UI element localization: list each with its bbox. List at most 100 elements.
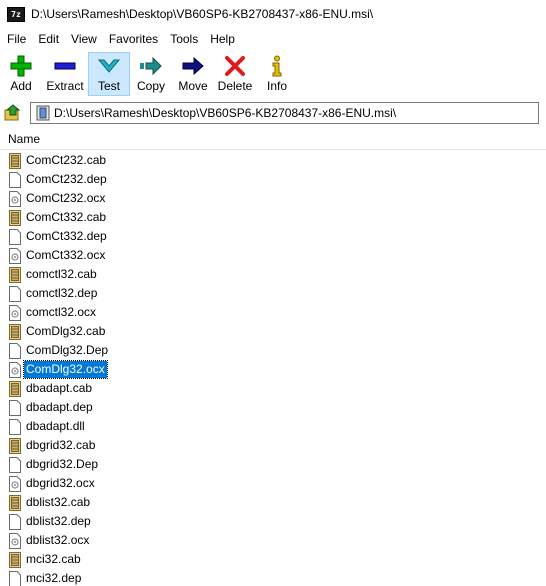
copy-label: Copy <box>136 79 165 93</box>
info-button[interactable]: Info <box>256 52 298 96</box>
document-file-icon <box>9 570 21 586</box>
ocx-file-icon <box>9 304 21 321</box>
document-file-icon <box>9 342 21 359</box>
delete-button[interactable]: Delete <box>214 52 256 96</box>
file-list[interactable]: ComCt232.cab ComCt232.dep ComCt232.ocx ComC… <box>0 151 546 586</box>
file-row[interactable]: ComCt332.ocx <box>0 246 546 265</box>
file-row[interactable]: ComDlg32.Dep <box>0 341 546 360</box>
file-name: ComCt332.dep <box>26 229 107 243</box>
file-row[interactable]: ComCt332.cab <box>0 208 546 227</box>
test-label: Test <box>97 79 120 93</box>
address-field[interactable] <box>30 101 539 124</box>
file-name: dbadapt.cab <box>26 381 93 395</box>
file-name: comctl32.ocx <box>26 305 97 319</box>
ocx-file-icon <box>9 475 21 492</box>
column-header-name[interactable]: Name <box>8 132 40 146</box>
file-row[interactable]: ComCt332.dep <box>0 227 546 246</box>
ocx-file-icon <box>9 361 21 378</box>
document-file-icon <box>9 399 21 416</box>
file-name: dbgrid32.ocx <box>26 476 95 490</box>
extract-icon <box>54 62 76 70</box>
extract-button[interactable]: Extract <box>42 52 88 96</box>
file-row[interactable]: ComDlg32.cab <box>0 322 546 341</box>
file-row[interactable]: dblist32.ocx <box>0 531 546 550</box>
up-folder-icon[interactable] <box>4 103 22 122</box>
menu-file[interactable]: File <box>0 29 32 49</box>
document-file-icon <box>9 456 21 473</box>
menu-favorites[interactable]: Favorites <box>103 29 164 49</box>
file-name: ComCt232.dep <box>26 172 107 186</box>
address-bar <box>0 100 546 125</box>
test-button[interactable]: Test <box>88 52 130 96</box>
cabinet-file-icon <box>9 152 21 169</box>
menu-tools[interactable]: Tools <box>164 29 204 49</box>
file-name: dbadapt.dll <box>26 419 85 433</box>
cabinet-file-icon <box>9 266 21 283</box>
window-title: D:\Users\Ramesh\Desktop\VB60SP6-KB270843… <box>31 7 374 21</box>
file-name: ComDlg32.ocx <box>23 360 108 379</box>
document-file-icon <box>9 513 21 530</box>
file-name: ComCt332.cab <box>26 210 107 224</box>
extract-label: Extract <box>46 79 84 93</box>
file-row[interactable]: dblist32.cab <box>0 493 546 512</box>
file-row[interactable]: dbadapt.dep <box>0 398 546 417</box>
menu-help[interactable]: Help <box>204 29 241 49</box>
file-name: dblist32.dep <box>26 514 91 528</box>
file-row[interactable]: dbadapt.cab <box>0 379 546 398</box>
address-input[interactable] <box>54 105 514 120</box>
file-name: dbadapt.dep <box>26 400 93 414</box>
ocx-file-icon <box>9 247 21 264</box>
cabinet-file-icon <box>9 323 21 340</box>
copy-button[interactable]: Copy <box>130 52 172 96</box>
move-button[interactable]: Move <box>172 52 214 96</box>
menu-edit[interactable]: Edit <box>32 29 65 49</box>
menu-view[interactable]: View <box>65 29 103 49</box>
cabinet-file-icon <box>9 209 21 226</box>
file-name: dbgrid32.cab <box>26 438 96 452</box>
file-row[interactable]: dbadapt.dll <box>0 417 546 436</box>
menu-bar: File Edit View Favorites Tools Help <box>0 29 241 49</box>
file-name: ComDlg32.cab <box>26 324 106 338</box>
file-row[interactable]: comctl32.ocx <box>0 303 546 322</box>
cabinet-file-icon <box>9 494 21 511</box>
file-row[interactable]: dblist32.dep <box>0 512 546 531</box>
delete-icon <box>225 56 245 76</box>
ocx-file-icon <box>9 532 21 549</box>
ocx-file-icon <box>9 190 21 207</box>
info-icon <box>272 55 282 77</box>
file-name: dblist32.cab <box>26 495 91 509</box>
toolbar: Add Extract Test Copy Move Delete Info <box>0 52 298 98</box>
file-row[interactable]: comctl32.dep <box>0 284 546 303</box>
archive-icon <box>36 105 50 120</box>
file-name: ComCt332.ocx <box>26 248 106 262</box>
file-row[interactable]: dbgrid32.ocx <box>0 474 546 493</box>
file-row[interactable]: comctl32.cab <box>0 265 546 284</box>
document-file-icon <box>9 228 21 245</box>
file-row[interactable]: mci32.dep <box>0 569 546 586</box>
file-name: mci32.cab <box>26 552 81 566</box>
move-icon <box>182 56 204 76</box>
test-icon <box>97 59 121 73</box>
file-row[interactable]: ComCt232.dep <box>0 170 546 189</box>
file-row[interactable]: ComCt232.cab <box>0 151 546 170</box>
file-name: mci32.dep <box>26 571 82 585</box>
file-row[interactable]: dbgrid32.Dep <box>0 455 546 474</box>
add-label: Add <box>10 79 32 93</box>
file-name: ComCt232.ocx <box>26 191 106 205</box>
copy-icon <box>140 56 162 76</box>
file-row[interactable]: ComDlg32.ocx <box>0 360 546 379</box>
move-label: Move <box>178 79 208 93</box>
info-label: Info <box>266 79 287 93</box>
file-name: ComDlg32.Dep <box>26 343 109 357</box>
file-name: comctl32.dep <box>26 286 98 300</box>
document-file-icon <box>9 418 21 435</box>
title-bar: 7z D:\Users\Ramesh\Desktop\VB60SP6-KB270… <box>0 0 546 28</box>
cabinet-file-icon <box>9 437 21 454</box>
document-file-icon <box>9 171 21 188</box>
add-button[interactable]: Add <box>0 52 42 96</box>
file-row[interactable]: mci32.cab <box>0 550 546 569</box>
file-name: ComCt232.cab <box>26 153 107 167</box>
file-row[interactable]: dbgrid32.cab <box>0 436 546 455</box>
file-row[interactable]: ComCt232.ocx <box>0 189 546 208</box>
cabinet-file-icon <box>9 380 21 397</box>
